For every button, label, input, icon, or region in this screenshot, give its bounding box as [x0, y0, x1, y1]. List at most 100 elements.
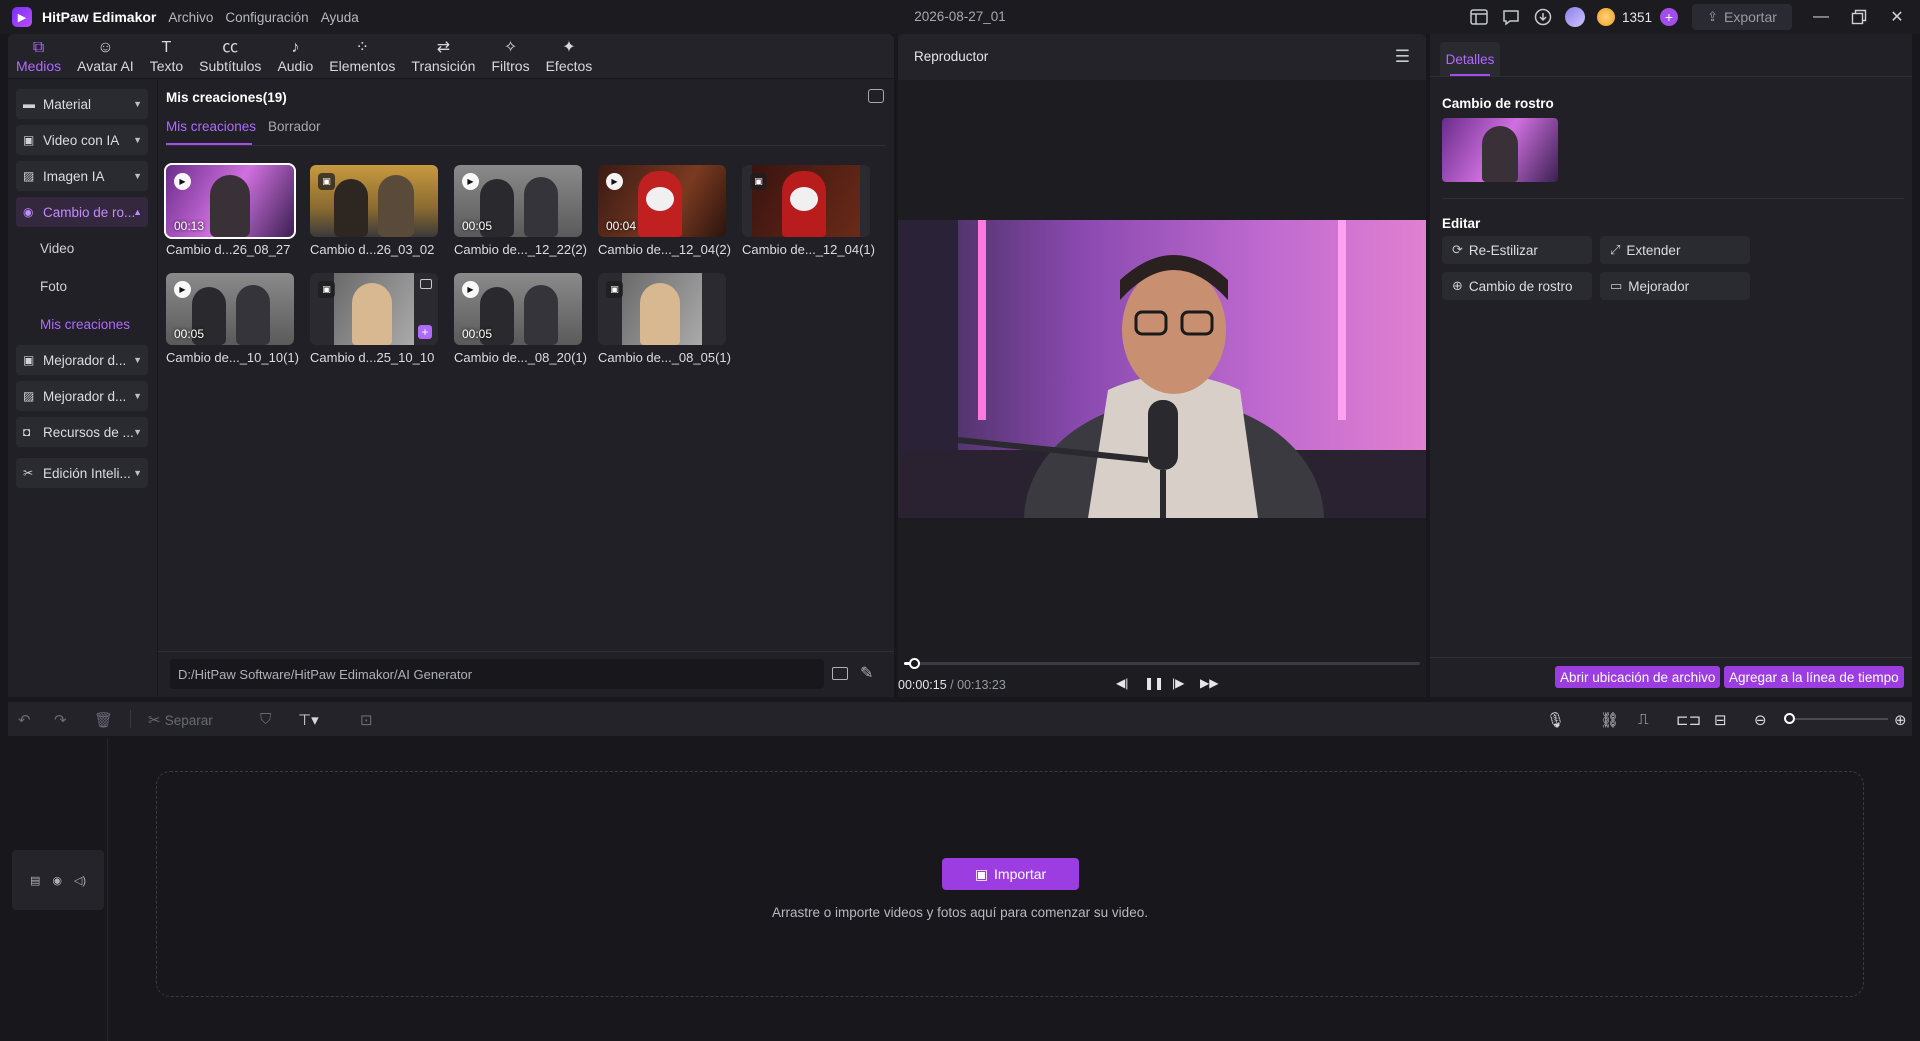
zoom-handle[interactable]	[1784, 713, 1795, 724]
pause-icon[interactable]: ❚❚	[1144, 676, 1164, 690]
subitem-mis-creaciones[interactable]: Mis creaciones	[40, 317, 130, 332]
media-caption: Cambio de..._12_04(2)	[598, 242, 731, 257]
track-header: ▤ ◉ ◁)	[12, 850, 104, 910]
effects-icon: ✦	[562, 39, 576, 56]
sidebar-item-imagen-ia[interactable]: ▨ Imagen IA ▼	[16, 161, 148, 191]
tool-efectos[interactable]: ✦ Efectos	[546, 38, 593, 74]
user-avatar[interactable]	[1564, 6, 1586, 28]
enhancer-button[interactable]: ▭ Mejorador	[1600, 272, 1750, 300]
text-template-icon[interactable]: ⊤▾	[298, 711, 319, 729]
extend-button[interactable]: ⤢ Extender	[1600, 236, 1750, 264]
media-item[interactable]: ▶ 00:04	[598, 165, 726, 237]
snap-icon[interactable]: ⎍	[1638, 711, 1649, 728]
media-caption: Cambio de..._08_20(1)	[454, 350, 587, 365]
download-icon[interactable]	[1532, 6, 1554, 28]
media-item[interactable]: ▣	[598, 273, 726, 345]
track-mute-icon[interactable]: ◁)	[74, 874, 86, 887]
redo-icon[interactable]: ↷	[54, 711, 67, 729]
sidebar-item-label: Imagen IA	[43, 168, 105, 184]
play-icon: ▶	[462, 173, 479, 190]
folder-open-icon[interactable]	[832, 667, 848, 680]
track-visibility-icon[interactable]: ◉	[52, 874, 62, 887]
video-ai-icon: ▣	[23, 133, 35, 147]
media-item[interactable]: ▶ 00:05	[454, 273, 582, 345]
tool-texto[interactable]: T Texto	[150, 38, 183, 74]
title-bar: ▶ HitPaw Edimakor Archivo Configuración …	[0, 0, 1920, 34]
face-swap-button[interactable]: ⊕ Cambio de rostro	[1442, 272, 1592, 300]
comment-icon[interactable]	[868, 89, 884, 103]
media-item[interactable]: ▣	[310, 165, 438, 237]
sidebar-item-edicion-inteligente[interactable]: ✂ Edición Inteli... ▼	[16, 458, 148, 488]
play-icon: ▶	[462, 281, 479, 298]
output-path-field[interactable]: D:/HitPaw Software/HitPaw Edimakor/AI Ge…	[170, 659, 824, 689]
crop-icon[interactable]: ⊡	[360, 711, 373, 729]
microphone-icon[interactable]: 🎙	[1546, 711, 1565, 729]
filters-icon: ✧	[503, 39, 518, 56]
edit-icon[interactable]: ✎	[860, 663, 873, 683]
fast-forward-icon[interactable]: ▶▶	[1200, 676, 1218, 690]
import-button[interactable]: ▣ Importar	[942, 858, 1079, 890]
sidebar-item-mejorador-2[interactable]: ▨ Mejorador d... ▼	[16, 381, 148, 411]
media-item[interactable]: ▶ 00:05	[454, 165, 582, 237]
tool-audio[interactable]: ♪ Audio	[277, 38, 313, 74]
tool-medios[interactable]: ⧉ Medios	[16, 38, 61, 74]
previous-frame-icon[interactable]: ◀|	[1116, 676, 1128, 690]
chevron-up-icon: ▲	[133, 207, 142, 217]
media-item[interactable]: ▶ 00:05	[166, 273, 294, 345]
delete-icon[interactable]: 🗑	[94, 711, 113, 729]
feedback-icon[interactable]	[1500, 6, 1522, 28]
zoom-in-icon[interactable]: ⊕	[1894, 711, 1907, 729]
sidebar-item-video-ia[interactable]: ▣ Video con IA ▼	[16, 125, 148, 155]
open-file-location-button[interactable]: Abrir ubicación de archivo	[1555, 666, 1721, 688]
split-button[interactable]: ✂ Separar	[148, 711, 213, 729]
link-icon[interactable]: ⛓	[1600, 711, 1619, 729]
menu-ayuda[interactable]: Ayuda	[321, 10, 359, 25]
tool-avatar-ai[interactable]: ☺ Avatar AI	[77, 38, 134, 74]
menu-archivo[interactable]: Archivo	[168, 10, 213, 25]
menu-configuracion[interactable]: Configuración	[225, 10, 308, 25]
media-caption: Cambio d...26_03_02	[310, 242, 435, 257]
tab-detalles[interactable]: Detalles	[1440, 42, 1500, 76]
layout-icon[interactable]	[1468, 6, 1490, 28]
zoom-out-icon[interactable]: ⊖	[1754, 711, 1767, 729]
add-icon[interactable]: +	[418, 325, 432, 339]
trim-icon[interactable]: ⊏⊐	[1676, 711, 1701, 729]
sidebar-item-material[interactable]: ▬ Material ▼	[16, 89, 148, 119]
restyle-button[interactable]: ⟳ Re-Estilizar	[1442, 236, 1592, 264]
add-to-timeline-button[interactable]: Agregar a la línea de tiempo	[1724, 666, 1904, 688]
tool-elementos[interactable]: ⁘ Elementos	[329, 38, 395, 74]
subitem-foto[interactable]: Foto	[40, 279, 67, 294]
media-item[interactable]: ▣	[742, 165, 870, 237]
tool-filtros[interactable]: ✧ Filtros	[491, 38, 529, 74]
sidebar-item-mejorador-1[interactable]: ▣ Mejorador d... ▼	[16, 345, 148, 375]
tab-mis-creaciones[interactable]: Mis creaciones	[166, 119, 256, 134]
zoom-slider[interactable]	[1788, 718, 1888, 720]
add-credits-button[interactable]: +	[1660, 8, 1678, 26]
progress-handle[interactable]	[909, 658, 921, 669]
menu-icon[interactable]: ☰	[1395, 47, 1410, 67]
restore-icon[interactable]	[1848, 6, 1870, 28]
sidebar-item-recursos[interactable]: ◘ Recursos de ... ▼	[16, 417, 148, 447]
export-button[interactable]: ⇪ Exportar	[1692, 4, 1792, 30]
tool-transicion[interactable]: ⇄ Transición	[411, 38, 475, 74]
chevron-down-icon: ▼	[133, 391, 142, 401]
media-item[interactable]: ▶ 00:13	[164, 163, 296, 239]
export-label: Exportar	[1723, 9, 1777, 25]
shield-icon[interactable]: ⛉	[260, 711, 271, 728]
minimize-icon[interactable]: —	[1810, 6, 1832, 28]
tab-divider	[1430, 76, 1912, 77]
close-icon[interactable]: ✕	[1886, 6, 1908, 28]
sidebar-item-label: Edición Inteli...	[43, 465, 131, 481]
video-preview[interactable]	[898, 220, 1426, 518]
chevron-down-icon: ▼	[133, 355, 142, 365]
undo-icon[interactable]: ↶	[18, 711, 31, 729]
track-lock-icon[interactable]: ▤	[30, 874, 40, 887]
sidebar-item-cambio-rostro[interactable]: ◉ Cambio de ro... ▲	[16, 197, 148, 227]
progress-bar[interactable]	[904, 658, 1420, 669]
fit-icon[interactable]: ⊟	[1714, 711, 1727, 729]
subitem-video[interactable]: Video	[40, 241, 74, 256]
media-item[interactable]: ▣ +	[310, 273, 438, 345]
next-frame-icon[interactable]: |▶	[1172, 676, 1184, 690]
tool-subtitulos[interactable]: ㏄ Subtítulos	[199, 38, 261, 74]
tab-borrador[interactable]: Borrador	[268, 119, 321, 134]
